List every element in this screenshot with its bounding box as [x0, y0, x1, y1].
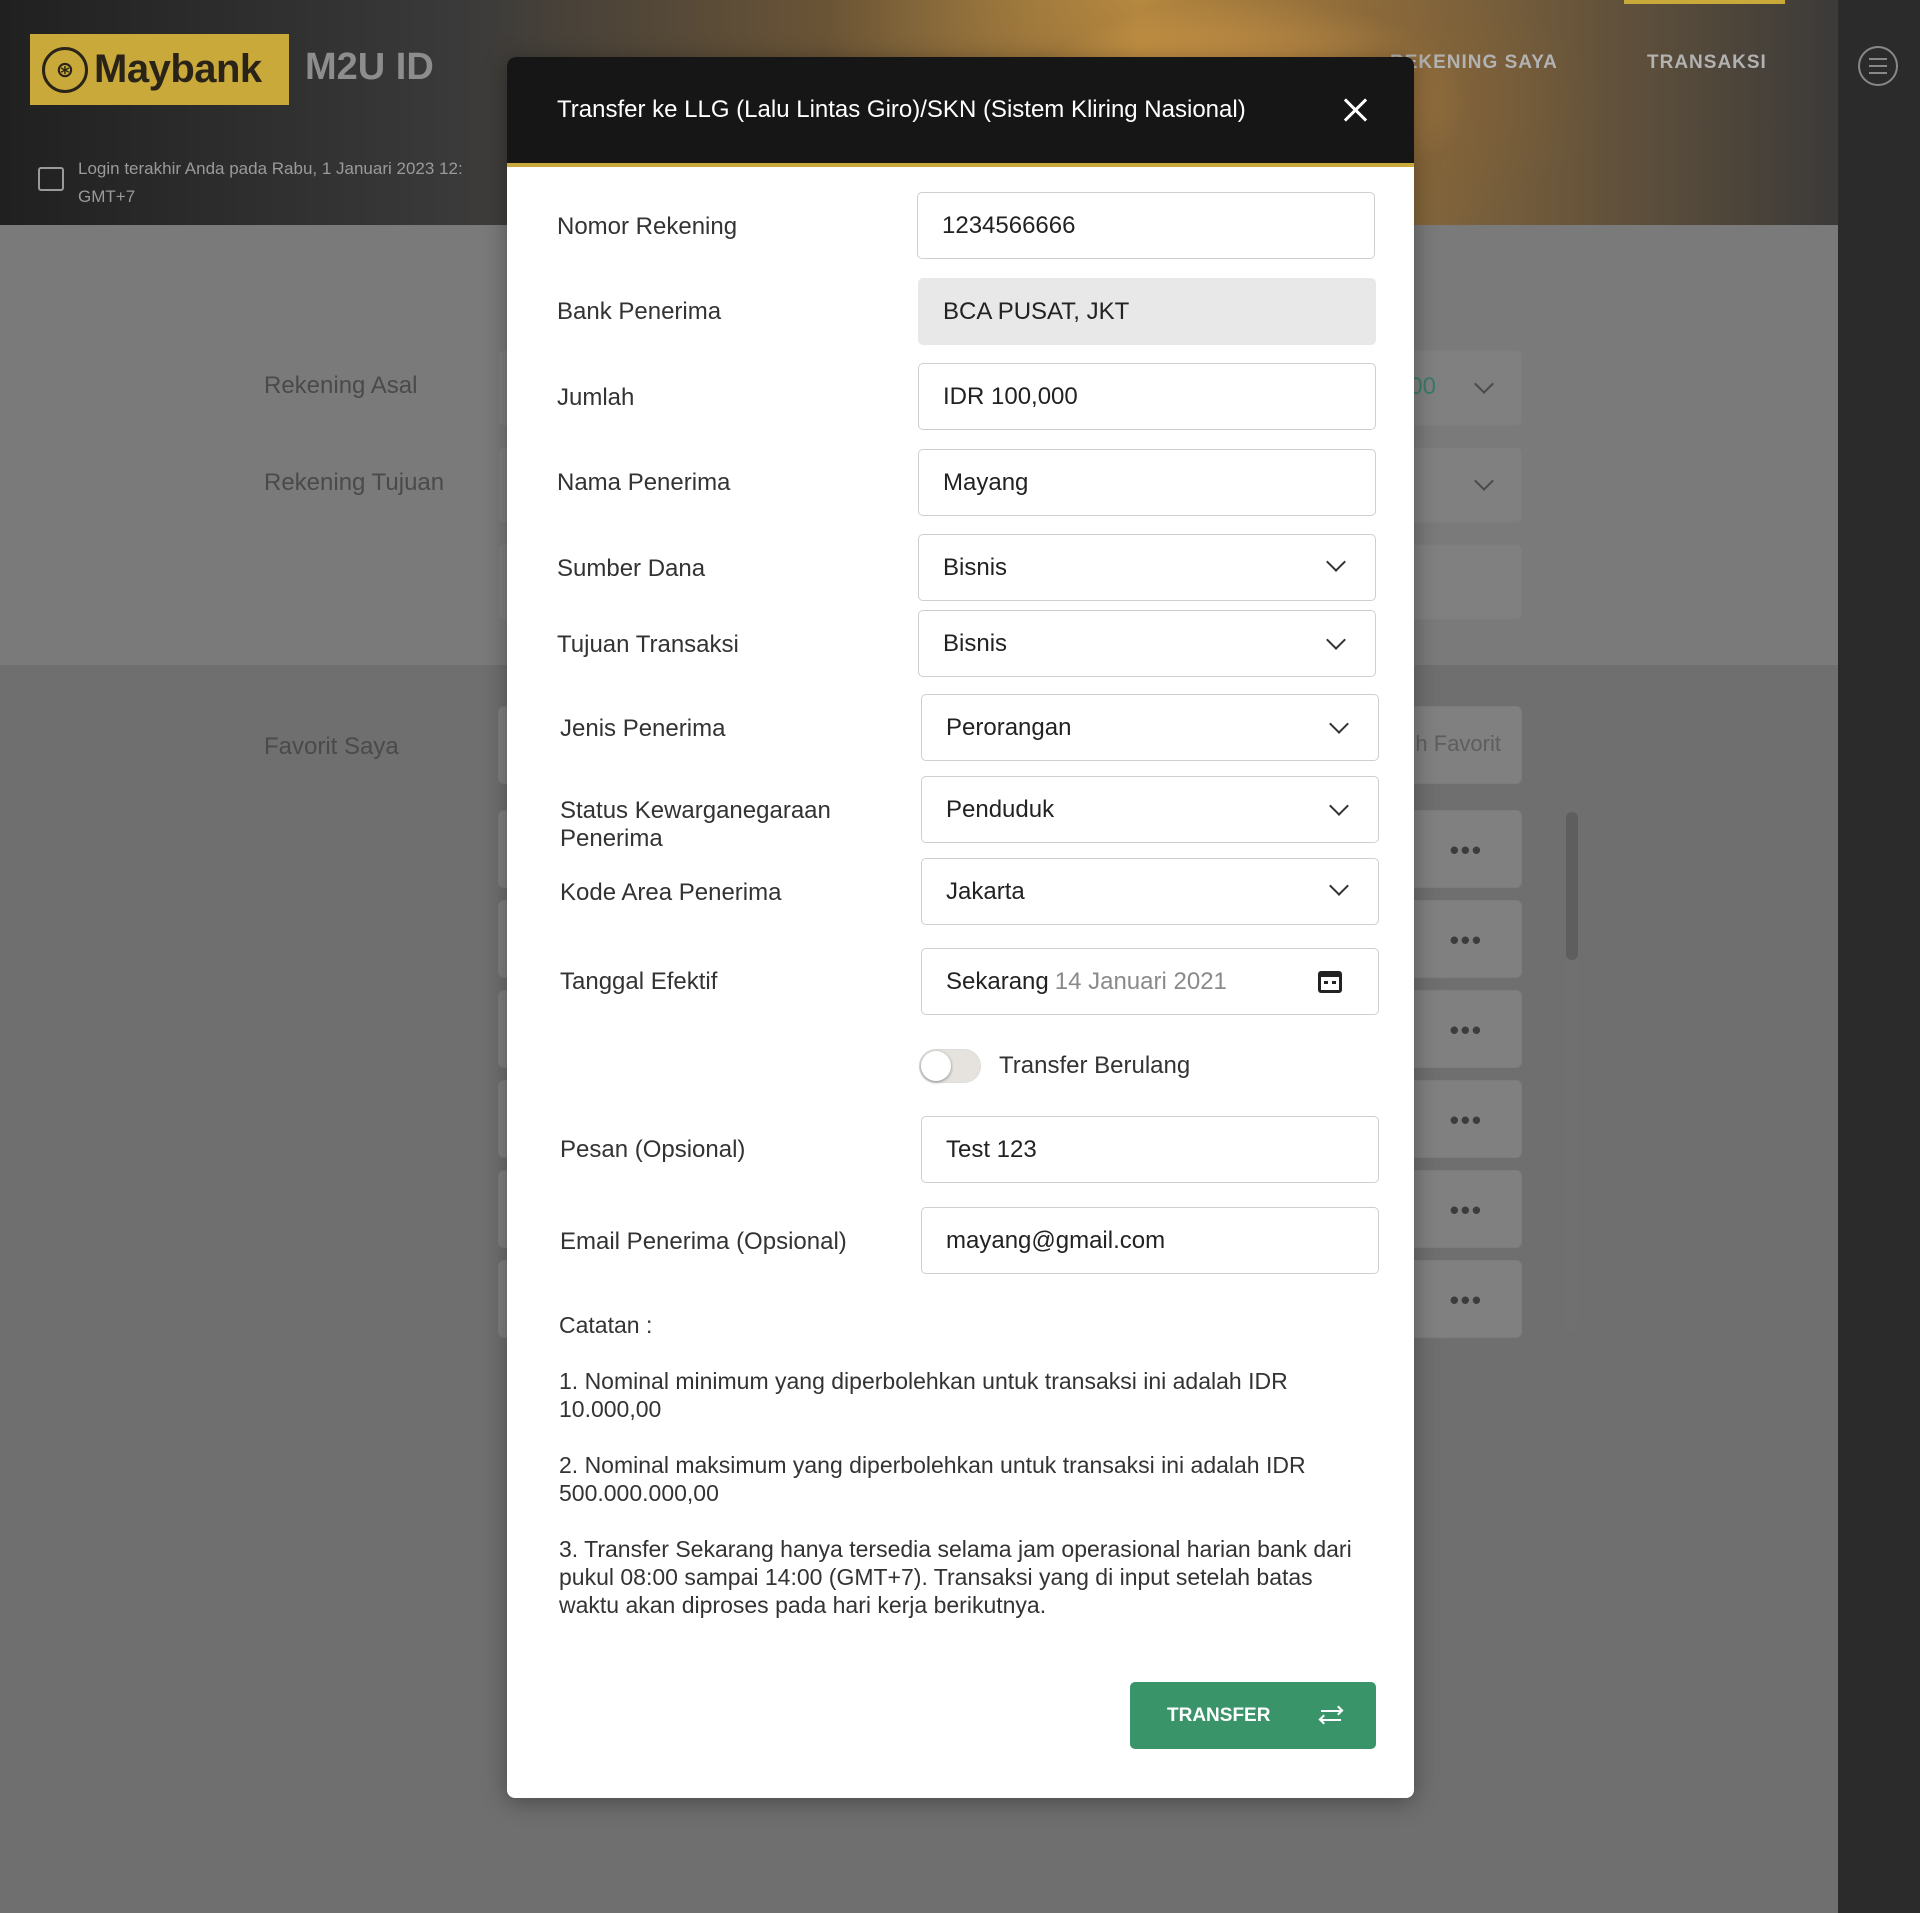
sumber-dana-label: Sumber Dana [557, 555, 706, 582]
last-login-timezone: GMT+7 [78, 187, 136, 206]
last-login-info: Login terakhir Anda pada Rabu, 1 Januari… [38, 155, 463, 211]
more-options-icon[interactable]: ••• [1450, 1195, 1483, 1226]
bank-penerima-field: BCA PUSAT, JKT [918, 278, 1376, 345]
chevron-down-icon [1474, 471, 1494, 491]
modal-title: Transfer ke LLG (Lalu Lintas Giro)/SKN (… [557, 96, 1246, 123]
last-login-text: Login terakhir Anda pada Rabu, 1 Januari… [78, 159, 463, 178]
scrollbar-thumb[interactable] [1566, 812, 1578, 960]
nav-rekening-saya[interactable]: REKENING SAYA [1390, 52, 1558, 74]
jenis-penerima-label: Jenis Penerima [560, 715, 726, 742]
kode-area-value: Jakarta [946, 877, 1025, 905]
transfer-berulang-label: Transfer Berulang [999, 1052, 1191, 1079]
tanggal-efektif-input[interactable]: Sekarang 14 Januari 2021 [921, 948, 1379, 1015]
status-kewarganegaraan-value: Penduduk [946, 795, 1055, 823]
pesan-value: Test 123 [946, 1135, 1037, 1163]
nama-penerima-value: Mayang [943, 468, 1029, 496]
transfer-berulang-toggle[interactable] [919, 1049, 981, 1083]
kode-area-select[interactable]: Jakarta [921, 858, 1379, 925]
tanggal-efektif-date: 14 Januari 2021 [1054, 967, 1227, 995]
nomor-rekening-label: Nomor Rekening [557, 213, 738, 240]
email-value: mayang@gmail.com [946, 1226, 1166, 1254]
sumber-dana-select[interactable]: Bisnis [918, 534, 1376, 601]
status-kewarganegaraan-select[interactable]: Penduduk [921, 776, 1379, 843]
email-label: Email Penerima (Opsional) [560, 1228, 847, 1255]
hamburger-menu-icon[interactable] [1858, 46, 1898, 86]
toggle-knob [921, 1051, 951, 1081]
favorit-scrollbar[interactable] [1566, 812, 1578, 1332]
chevron-down-icon [1474, 374, 1494, 394]
nav-active-indicator [1624, 0, 1785, 4]
chevron-down-icon [1329, 714, 1349, 734]
more-options-icon[interactable]: ••• [1450, 925, 1483, 956]
tanggal-efektif-label: Tanggal Efektif [560, 968, 718, 995]
tujuan-transaksi-label: Tujuan Transaksi [557, 631, 739, 658]
calendar-icon[interactable] [1318, 971, 1342, 993]
transfer-button[interactable]: TRANSFER [1130, 1682, 1376, 1749]
tujuan-transaksi-value: Bisnis [943, 629, 1008, 657]
jenis-penerima-select[interactable]: Perorangan [921, 694, 1379, 761]
sumber-dana-value: Bisnis [943, 553, 1008, 581]
more-options-icon[interactable]: ••• [1450, 1285, 1483, 1316]
close-icon[interactable] [1342, 97, 1368, 123]
status-kewarganegaraan-label-line2: Penerima [560, 825, 663, 852]
app-name: M2U ID [305, 46, 434, 88]
swap-arrows-icon [1318, 1704, 1344, 1726]
maybank-logo[interactable]: ⊛ Maybank [30, 34, 289, 105]
nomor-rekening-value: 1234566666 [942, 211, 1076, 239]
chevron-down-icon [1326, 552, 1346, 572]
jumlah-value: IDR 100,000 [943, 382, 1078, 410]
pesan-label: Pesan (Opsional) [560, 1136, 746, 1163]
status-kewarganegaraan-label: Status Kewarganegaraan Penerima [560, 797, 831, 853]
kode-area-label: Kode Area Penerima [560, 879, 782, 906]
jenis-penerima-value: Perorangan [946, 713, 1072, 741]
pesan-input[interactable]: Test 123 [921, 1116, 1379, 1183]
nama-penerima-label: Nama Penerima [557, 469, 731, 496]
jumlah-input[interactable]: IDR 100,000 [918, 363, 1376, 430]
notes-title: Catatan : [559, 1312, 653, 1338]
tujuan-transaksi-select[interactable]: Bisnis [918, 610, 1376, 677]
email-input[interactable]: mayang@gmail.com [921, 1207, 1379, 1274]
more-options-icon[interactable]: ••• [1450, 1015, 1483, 1046]
tanggal-efektif-value: Sekarang [946, 967, 1049, 995]
side-panel [1838, 0, 1920, 1913]
jumlah-label: Jumlah [557, 384, 635, 411]
nomor-rekening-input[interactable]: 1234566666 [917, 192, 1375, 259]
note-item: 2. Nominal maksimum yang diperbolehkan u… [559, 1452, 1306, 1506]
rekening-tujuan-label: Rekening Tujuan [264, 469, 445, 496]
tiger-emblem-icon: ⊛ [42, 46, 88, 93]
note-item: 1. Nominal minimum yang diperbolehkan un… [559, 1368, 1288, 1422]
logo-text: Maybank [94, 47, 262, 91]
rekening-asal-label: Rekening Asal [264, 372, 418, 399]
status-kewarganegaraan-label-line1: Status Kewarganegaraan [560, 797, 831, 824]
modal-header: Transfer ke LLG (Lalu Lintas Giro)/SKN (… [507, 57, 1414, 167]
transfer-modal: Transfer ke LLG (Lalu Lintas Giro)/SKN (… [507, 57, 1414, 1798]
chevron-down-icon [1326, 630, 1346, 650]
bank-penerima-value: BCA PUSAT, JKT [943, 297, 1130, 325]
notes-section: Catatan : 1. Nominal minimum yang diperb… [559, 1311, 1359, 1647]
transfer-button-label: TRANSFER [1167, 1704, 1271, 1726]
favorit-search-placeholder: h Favorit [1415, 731, 1501, 756]
note-item: 3. Transfer Sekarang hanya tersedia sela… [559, 1536, 1352, 1618]
bank-penerima-label: Bank Penerima [557, 298, 722, 325]
more-options-icon[interactable]: ••• [1450, 835, 1483, 866]
calendar-clock-icon [38, 167, 64, 191]
nav-transaksi[interactable]: TRANSAKSI [1647, 52, 1767, 74]
nama-penerima-input[interactable]: Mayang [918, 449, 1376, 516]
chevron-down-icon [1329, 876, 1349, 896]
chevron-down-icon [1329, 796, 1349, 816]
more-options-icon[interactable]: ••• [1450, 1105, 1483, 1136]
favorit-saya-label: Favorit Saya [264, 733, 399, 760]
